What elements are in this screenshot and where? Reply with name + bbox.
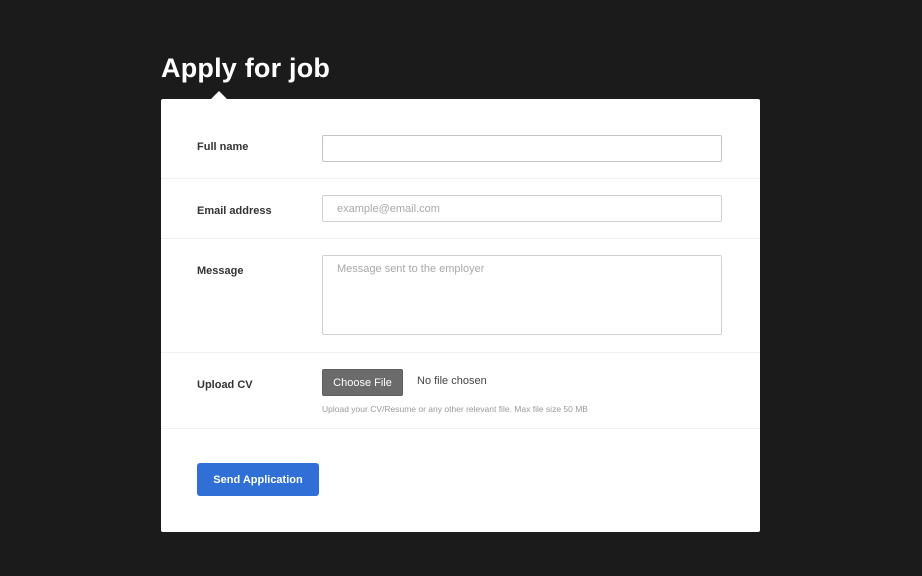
full-name-input[interactable] bbox=[322, 135, 722, 162]
application-form: Full name Email address Message Upload C… bbox=[161, 91, 760, 532]
full-name-label: Full name bbox=[197, 141, 249, 153]
upload-cv-row: Upload CV Choose File No file chosen Upl… bbox=[161, 353, 760, 429]
message-row: Message bbox=[161, 239, 760, 353]
message-textarea[interactable] bbox=[322, 255, 722, 335]
message-label: Message bbox=[197, 265, 244, 277]
card-pointer bbox=[211, 91, 227, 99]
choose-file-button[interactable]: Choose File bbox=[322, 369, 403, 396]
file-status-text: No file chosen bbox=[417, 375, 487, 387]
submit-row: Send Application bbox=[161, 429, 760, 532]
email-input[interactable] bbox=[322, 195, 722, 222]
send-application-button[interactable]: Send Application bbox=[197, 463, 319, 496]
upload-cv-label: Upload CV bbox=[197, 379, 253, 391]
upload-help-text: Upload your CV/Resume or any other relev… bbox=[322, 404, 588, 414]
full-name-row: Full name bbox=[161, 99, 760, 179]
page-title: Apply for job bbox=[161, 53, 331, 83]
email-label: Email address bbox=[197, 205, 272, 217]
page: Apply for job Full name Email address Me… bbox=[0, 0, 922, 576]
email-row: Email address bbox=[161, 179, 760, 239]
